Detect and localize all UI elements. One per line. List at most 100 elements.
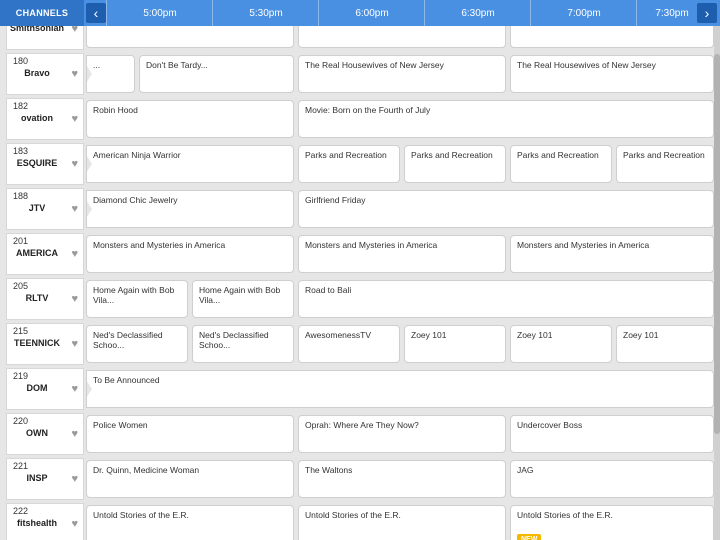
program-cell[interactable]: Dr. Quinn, Medicine Woman: [86, 460, 294, 498]
program-cell[interactable]: Zoey 101: [616, 325, 714, 363]
program-title: Parks and Recreation: [517, 150, 599, 160]
program-title: JAG: [517, 465, 534, 475]
channel-cell[interactable]: 221 INSP ♥: [6, 458, 84, 500]
program-title: Dr. Quinn, Medicine Woman: [93, 465, 200, 475]
program-grid: 177Smithsonian♥Speed KillsAerial America…: [0, 26, 720, 540]
channel-cell[interactable]: 205 RLTV ♥: [6, 278, 84, 320]
program-cell[interactable]: Zoey 101: [510, 325, 612, 363]
program-cell[interactable]: Movie: Born on the Fourth of July: [298, 100, 714, 138]
program-cell[interactable]: Home Again with Bob Vila...: [192, 280, 294, 318]
next-time-button[interactable]: ›: [697, 3, 717, 23]
program-cell[interactable]: Undercover Boss: [510, 415, 714, 453]
program-title: Ned's Declassified Schoo...: [199, 330, 269, 350]
program-cell[interactable]: Parks and Recreation: [616, 145, 714, 183]
channel-cell[interactable]: 201 AMERICA ♥: [6, 233, 84, 275]
program-cell[interactable]: Monsters and Mysteries in America: [298, 235, 506, 273]
program-cell[interactable]: Oprah: Where Are They Now?: [298, 415, 506, 453]
program-cell[interactable]: Monsters and Mysteries in America: [86, 235, 294, 273]
program-cell[interactable]: American Ninja Warrior: [86, 145, 294, 183]
favorite-heart-icon[interactable]: ♥: [71, 293, 78, 305]
scrollbar-thumb[interactable]: [714, 54, 720, 434]
channel-cell[interactable]: 177Smithsonian♥: [6, 26, 84, 50]
favorite-heart-icon[interactable]: ♥: [71, 518, 78, 530]
program-cell[interactable]: Road to Bali: [298, 280, 714, 318]
channel-logo: fitshealth: [16, 518, 58, 528]
program-cell[interactable]: To Be Announced: [86, 370, 714, 408]
channel-row: 182 ovation ♥ Robin Hood Movie: Born on the …: [0, 98, 720, 143]
favorite-heart-icon[interactable]: ♥: [71, 68, 78, 80]
program-title: Home Again with Bob Vila...: [199, 285, 281, 305]
channel-row: 205 RLTV ♥ Home Again with Bob Vila... Home …: [0, 278, 720, 323]
program-cell[interactable]: Speed Kills: [86, 26, 294, 48]
chevron-right-icon: ›: [704, 5, 710, 21]
channel-number: 220: [13, 416, 29, 426]
program-cell[interactable]: Parks and Recreation: [298, 145, 400, 183]
program-cell[interactable]: Girlfriend Friday: [298, 190, 714, 228]
program-cell[interactable]: Don't Be Tardy...: [139, 55, 294, 93]
channel-cell[interactable]: 220 OWN ♥: [6, 413, 84, 455]
favorite-heart-icon[interactable]: ♥: [71, 383, 78, 395]
program-title: Don't Be Tardy...: [146, 60, 208, 70]
channel-cell[interactable]: 219 DOM ♥: [6, 368, 84, 410]
program-cell[interactable]: Untold Stories of the E.R.: [298, 505, 506, 540]
channel-number: 182: [13, 101, 29, 111]
program-title: Parks and Recreation: [305, 150, 387, 160]
channel-cell[interactable]: 215 TEENNICK ♥: [6, 323, 84, 365]
program-title: AwesomenessTV: [305, 330, 371, 340]
favorite-heart-icon[interactable]: ♥: [71, 158, 78, 170]
program-cell[interactable]: Monsters and Mysteries in America: [510, 235, 714, 273]
time-slot-1: 5:30pm: [212, 0, 319, 26]
channel-cell[interactable]: 188 JTV ♥: [6, 188, 84, 230]
program-cell[interactable]: Parks and Recreation: [404, 145, 506, 183]
channel-logo: ESQUIRE: [16, 158, 58, 168]
time-slot-4: 7:00pm: [530, 0, 637, 26]
program-cell[interactable]: The Waltons: [298, 460, 506, 498]
channel-logo: INSP: [26, 473, 48, 483]
channel-logo: TEENNICK: [13, 338, 61, 348]
favorite-heart-icon[interactable]: ♥: [71, 113, 78, 125]
program-cell[interactable]: Aerial America: [298, 26, 506, 48]
favorite-heart-icon[interactable]: ♥: [71, 203, 78, 215]
favorite-heart-icon[interactable]: ♥: [71, 338, 78, 350]
program-cell[interactable]: Home Again with Bob Vila...: [86, 280, 188, 318]
prev-time-button[interactable]: ‹: [86, 3, 106, 23]
program-cell[interactable]: The Real Housewives of New Jersey: [298, 55, 506, 93]
program-cell[interactable]: Ned's Declassified Schoo...: [192, 325, 294, 363]
program-title: Movie: Born on the Fourth of July: [305, 105, 431, 115]
program-title: Zoey 101: [411, 330, 447, 340]
program-cell[interactable]: The Da Vinci Detective: [510, 26, 714, 48]
program-cell[interactable]: Untold Stories of the E.R. NEW: [510, 505, 714, 540]
program-cell[interactable]: ...: [86, 55, 135, 93]
program-title: Home Again with Bob Vila...: [93, 285, 175, 305]
program-cell[interactable]: The Real Housewives of New Jersey: [510, 55, 714, 93]
channel-cell[interactable]: 182 ovation ♥: [6, 98, 84, 140]
program-cell[interactable]: Ned's Declassified Schoo...: [86, 325, 188, 363]
favorite-heart-icon[interactable]: ♥: [71, 26, 78, 35]
channel-cell[interactable]: 222 fitshealth ♥: [6, 503, 84, 540]
program-cell[interactable]: Zoey 101: [404, 325, 506, 363]
channel-cell[interactable]: 180 Bravo ♥: [6, 53, 84, 95]
program-cell[interactable]: Parks and Recreation: [510, 145, 612, 183]
channel-row: 177Smithsonian♥Speed KillsAerial America…: [0, 26, 720, 53]
program-cell[interactable]: JAG: [510, 460, 714, 498]
program-cell[interactable]: Robin Hood: [86, 100, 294, 138]
favorite-heart-icon[interactable]: ♥: [71, 248, 78, 260]
program-title: Diamond Chic Jewelry: [93, 195, 178, 205]
channel-cell[interactable]: 183 ESQUIRE ♥: [6, 143, 84, 185]
channel-row: 201 AMERICA ♥ Monsters and Mysteries in Ame…: [0, 233, 720, 278]
program-title: The Waltons: [305, 465, 353, 475]
vertical-scrollbar[interactable]: [714, 26, 720, 540]
program-title: Oprah: Where Are They Now?: [305, 420, 419, 430]
favorite-heart-icon[interactable]: ♥: [71, 473, 78, 485]
program-title: Monsters and Mysteries in America: [305, 240, 438, 250]
program-cell[interactable]: Police Women: [86, 415, 294, 453]
program-cell[interactable]: AwesomenessTV: [298, 325, 400, 363]
favorite-heart-icon[interactable]: ♥: [71, 428, 78, 440]
program-cell[interactable]: Diamond Chic Jewelry: [86, 190, 294, 228]
channel-number: 188: [13, 191, 29, 201]
channel-number: 183: [13, 146, 29, 156]
channel-row: 220 OWN ♥ Police Women Oprah: Where Are They…: [0, 413, 720, 458]
program-title: Untold Stories of the E.R.: [305, 510, 401, 520]
guide-header: CHANNELS ‹ 5:00pm 5:30pm 6:00pm 6:30pm 7:00p…: [0, 0, 720, 26]
program-cell[interactable]: Untold Stories of the E.R.: [86, 505, 294, 540]
